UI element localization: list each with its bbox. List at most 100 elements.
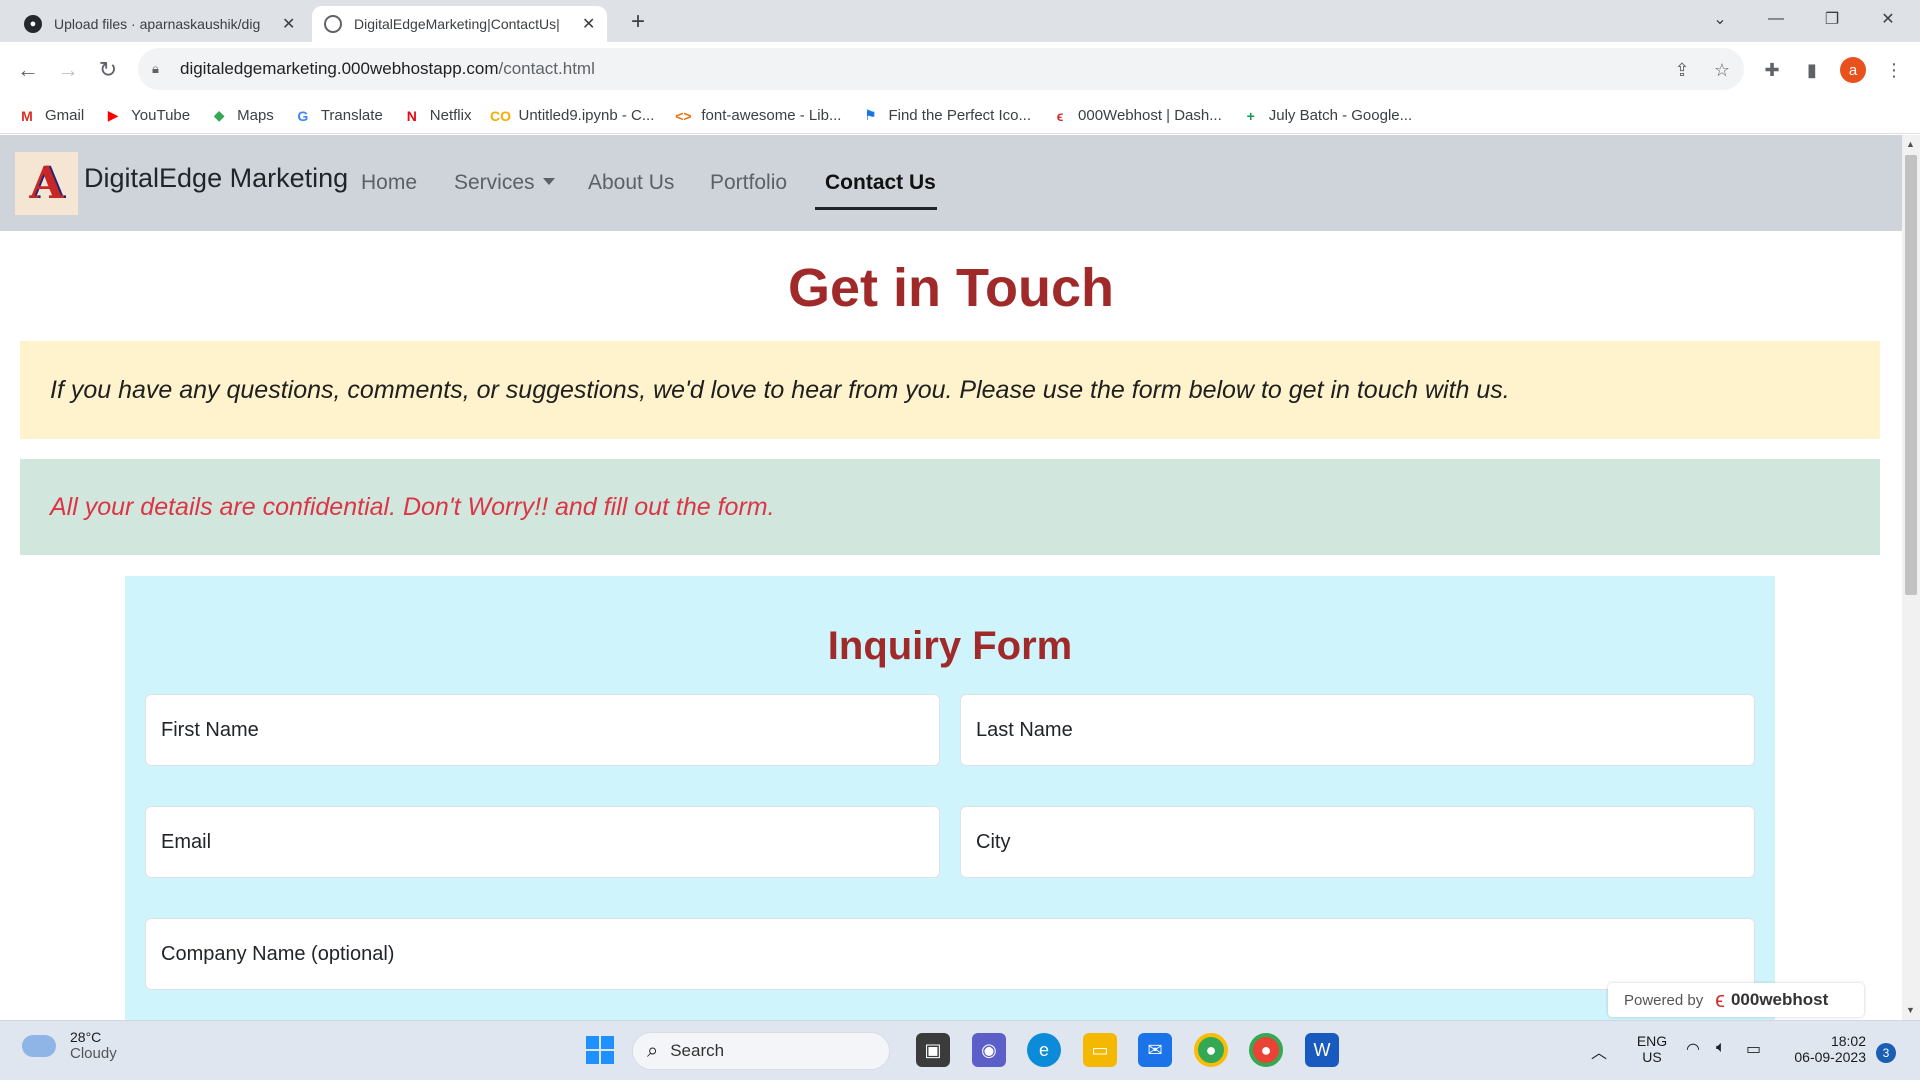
brand-name[interactable]: DigitalEdge Marketing [84, 163, 348, 194]
wifi-icon[interactable]: ◠ [1686, 1039, 1700, 1059]
gmail-icon: M [21, 107, 33, 124]
bookmark-item[interactable]: ▶ YouTube [104, 107, 190, 125]
bookmark-item[interactable]: + July Batch - Google... [1242, 107, 1413, 125]
lang-top: ENG [1636, 1033, 1668, 1049]
browser-tab-strip: ● Upload files · aparnaskaushik/dig ✕ Di… [0, 0, 1920, 42]
nav-portfolio[interactable]: Portfolio [710, 171, 787, 195]
first-name-field[interactable]: First Name [145, 694, 940, 766]
logo-letter: A [29, 158, 64, 209]
company-placeholder: Company Name (optional) [161, 942, 395, 965]
clock-time: 18:02 [1830, 1033, 1866, 1049]
intro-text: If you have any questions, comments, or … [50, 375, 1510, 404]
side-panel-icon[interactable]: ▮ [1798, 56, 1826, 84]
start-icon[interactable] [583, 1033, 617, 1067]
new-tab-button[interactable]: + [622, 6, 654, 38]
confidential-alert: All your details are confidential. Don't… [20, 459, 1880, 555]
nav-services-label: Services [454, 171, 535, 194]
nav-about[interactable]: About Us [588, 171, 674, 195]
bookmark-item[interactable]: ◆ Maps [210, 107, 274, 125]
word-icon[interactable]: W [1305, 1033, 1339, 1067]
bookmark-item[interactable]: M Gmail [18, 107, 84, 125]
teams-chat-icon[interactable]: ◉ [972, 1033, 1006, 1067]
city-field[interactable]: City [960, 806, 1755, 878]
search-icon: ⌕ [647, 1039, 659, 1062]
language-indicator[interactable]: ENG US [1632, 1033, 1672, 1065]
back-icon[interactable]: ← [12, 54, 44, 86]
globe-icon [324, 15, 342, 33]
taskbar-search[interactable]: ⌕ Search [632, 1032, 890, 1070]
weather-desc: Cloudy [70, 1045, 117, 1062]
scroll-down-icon[interactable]: ▼ [1906, 1005, 1915, 1015]
notification-badge[interactable]: 3 [1876, 1043, 1896, 1063]
site-logo[interactable]: A [15, 152, 78, 215]
youtube-icon: ▶ [107, 107, 119, 123]
battery-icon[interactable]: ▭ [1746, 1039, 1761, 1059]
chrome-icon[interactable]: ● [1194, 1033, 1228, 1067]
tab-contact-us[interactable]: DigitalEdgeMarketing|ContactUs| ✕ [312, 6, 608, 42]
tab-search-icon[interactable]: ⌄ [1692, 0, 1748, 38]
task-view-icon[interactable]: ▣ [916, 1033, 950, 1067]
powered-label: Powered by [1624, 991, 1704, 1009]
last-name-field[interactable]: Last Name [960, 694, 1755, 766]
url-text[interactable]: digitaledgemarketing.000webhostapp.com/c… [180, 59, 595, 79]
close-tab-icon[interactable]: ✕ [582, 14, 595, 34]
edge-browser-icon[interactable]: e [1027, 1033, 1061, 1067]
netflix-icon: N [406, 107, 417, 124]
bookmark-item[interactable]: CO Untitled9.ipynb - C... [489, 107, 654, 125]
close-window-button[interactable]: ✕ [1860, 0, 1916, 38]
lock-icon[interactable]: 🔒︎ [152, 61, 166, 77]
address-bar[interactable]: 🔒︎ digitaledgemarketing.000webhostapp.co… [138, 48, 1744, 90]
page-viewport: A DigitalEdge Marketing Home Services Ab… [0, 135, 1902, 1020]
maps-icon: ◆ [213, 107, 225, 123]
email-field[interactable]: Email [145, 806, 940, 878]
sheets-icon: + [1246, 107, 1255, 124]
bookmark-label: Netflix [429, 107, 472, 124]
search-label: Search [670, 1041, 725, 1060]
chrome-profile-icon[interactable]: ● [1249, 1033, 1283, 1067]
tab-github-upload[interactable]: ● Upload files · aparnaskaushik/dig ✕ [12, 6, 307, 42]
scroll-up-icon[interactable]: ▲ [1906, 139, 1915, 149]
bookmark-star-icon[interactable]: ☆ [1708, 56, 1736, 84]
bookmark-item[interactable]: <> font-awesome - Lib... [674, 107, 841, 125]
minimize-button[interactable]: — [1748, 0, 1804, 38]
webhost-logo-icon: ϵ [1715, 987, 1725, 1012]
restore-button[interactable]: ❐ [1804, 0, 1860, 38]
nav-home[interactable]: Home [361, 171, 417, 195]
colab-icon: CO [489, 107, 511, 124]
bookmark-item[interactable]: G Translate [294, 107, 382, 125]
menu-kebab-icon[interactable]: ⋮ [1880, 56, 1908, 84]
bookmark-item[interactable]: ⚑ Find the Perfect Ico... [861, 107, 1031, 125]
clock[interactable]: 18:02 06-09-2023 [1782, 1033, 1866, 1065]
last-name-placeholder: Last Name [976, 718, 1073, 741]
close-tab-icon[interactable]: ✕ [282, 14, 295, 34]
profile-avatar[interactable]: a [1840, 57, 1866, 83]
nav-services[interactable]: Services [454, 171, 555, 195]
weather-widget[interactable]: 28°C Cloudy [22, 1029, 117, 1062]
extensions-icon[interactable]: ✚ [1758, 56, 1786, 84]
bookmark-item[interactable]: N Netflix [403, 107, 472, 125]
confidential-text: All your details are confidential. Don't… [50, 492, 775, 521]
bookmarks-bar: M Gmail ▶ YouTube ◆ Maps G Translate N Netflix CO U… [0, 98, 1920, 134]
reload-icon[interactable]: ↻ [92, 54, 124, 86]
show-hidden-icons-icon[interactable]: ︿ [1591, 1039, 1607, 1063]
clock-date: 06-09-2023 [1794, 1049, 1866, 1065]
bookmark-item[interactable]: ϵ 000Webhost | Dash... [1051, 107, 1222, 125]
forward-icon[interactable]: → [52, 54, 84, 86]
page-scrollbar[interactable]: ▲ ▼ [1902, 135, 1920, 1020]
page-title: Get in Touch [788, 258, 1114, 318]
powered-by-badge[interactable]: Powered by ϵ 000webhost [1608, 983, 1864, 1017]
company-name-field[interactable]: Company Name (optional) [145, 918, 1755, 990]
nav-contact[interactable]: Contact Us [825, 171, 936, 195]
form-title: Inquiry Form [827, 624, 1073, 668]
mail-icon[interactable]: ✉ [1138, 1033, 1172, 1067]
bookmark-label: Find the Perfect Ico... [888, 107, 1032, 124]
file-explorer-icon[interactable]: ▭ [1083, 1033, 1117, 1067]
url-domain: digitaledgemarketing.000webhostapp.com [180, 59, 499, 78]
scrollbar-thumb[interactable] [1905, 155, 1917, 595]
chevron-down-icon [542, 178, 555, 185]
site-navbar: A DigitalEdge Marketing Home Services Ab… [0, 135, 1902, 231]
share-icon[interactable]: ⇪ [1668, 56, 1696, 84]
bookmark-label: Gmail [45, 107, 85, 124]
windows-taskbar: 28°C Cloudy ⌕ Search ▣ ◉ e ▭ ✉ ● ● W ︿ E… [0, 1020, 1920, 1080]
volume-icon[interactable]: 🔈︎ [1716, 1039, 1726, 1057]
